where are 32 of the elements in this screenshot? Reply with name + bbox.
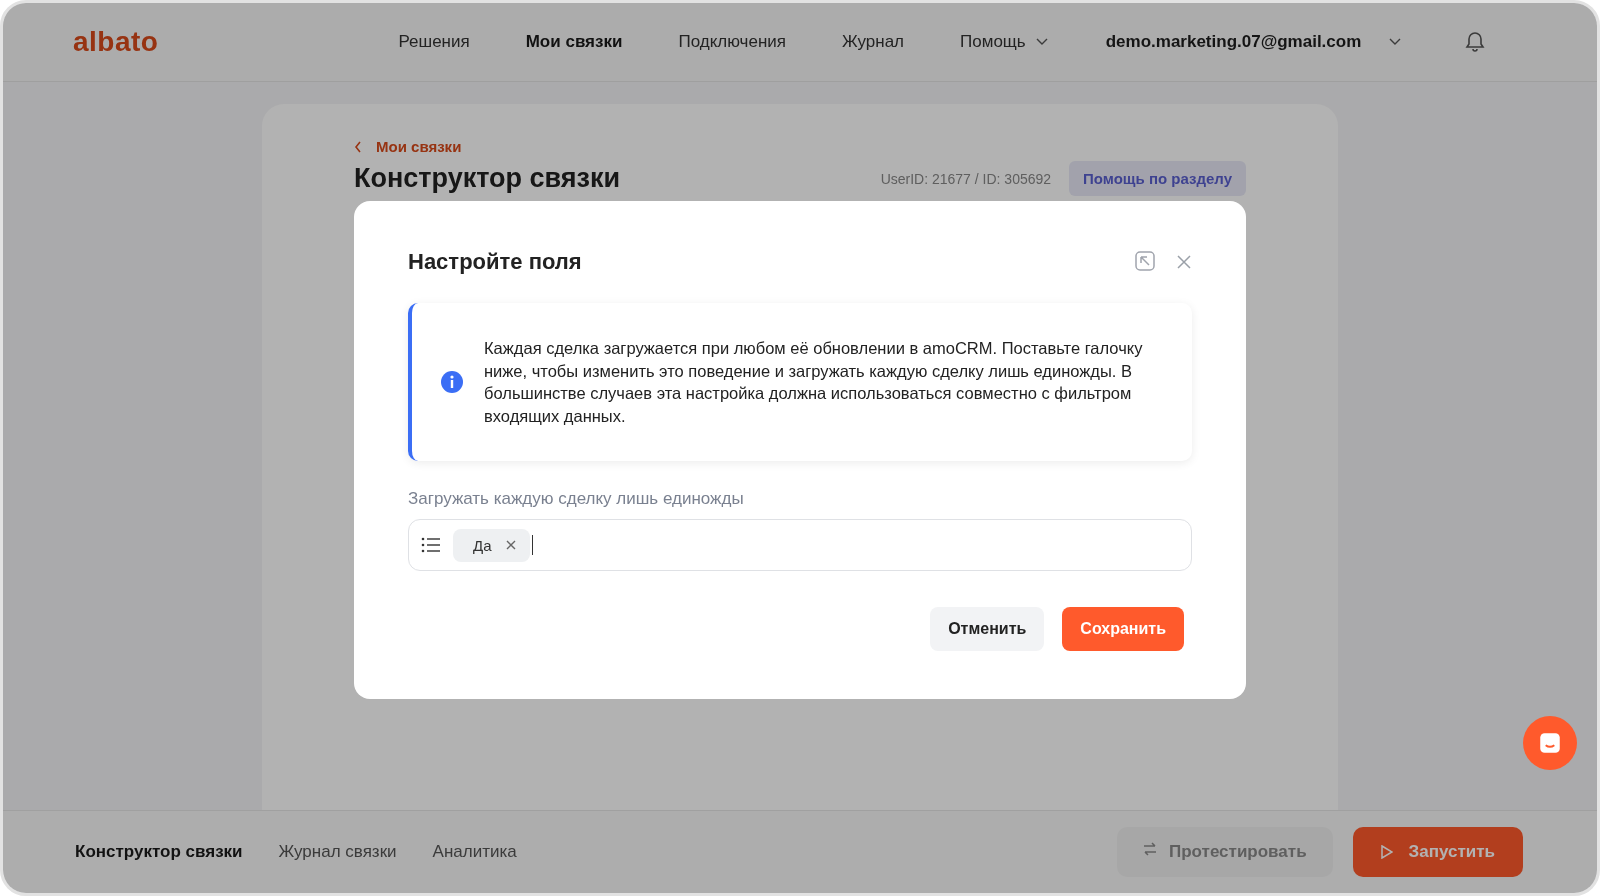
back-link[interactable]: Мои связки <box>354 138 1246 155</box>
chevron-down-icon <box>1389 38 1402 46</box>
nav-link[interactable]: Подключения <box>678 32 786 52</box>
chevron-left-icon <box>354 140 362 153</box>
modal-title: Настройте поля <box>408 249 583 275</box>
nav-link[interactable]: Мои связки <box>525 32 623 52</box>
select-field[interactable]: Да <box>408 519 1192 571</box>
close-icon[interactable] <box>1176 254 1192 270</box>
text-cursor <box>531 535 533 555</box>
swap-arrows-icon <box>1143 842 1157 856</box>
ids-text: UserID: 21677 / ID: 305692 <box>880 170 1052 187</box>
page-title: Конструктор связки <box>354 163 622 194</box>
tab[interactable]: Аналитика <box>432 842 517 862</box>
tab[interactable]: Конструктор связки <box>75 842 243 862</box>
chat-button[interactable] <box>1523 716 1577 770</box>
play-icon <box>1380 845 1393 859</box>
field-label: Загружать каждую сделку лишь единожды <box>408 489 745 509</box>
cancel-button[interactable]: Отменить <box>930 607 1045 651</box>
nav-link[interactable]: Помощь <box>960 32 1048 52</box>
tag-label: Да <box>473 536 492 554</box>
nav-link[interactable]: Решения <box>398 32 470 52</box>
help-button[interactable]: Помощь по разделу <box>1069 161 1246 196</box>
account-menu[interactable]: demo.marketing.07@gmail.com <box>1105 32 1402 52</box>
collapse-icon[interactable] <box>1134 250 1158 274</box>
list-icon <box>421 537 441 553</box>
tab[interactable]: Журнал связки <box>278 842 397 862</box>
bell-icon[interactable] <box>1465 31 1486 53</box>
remove-icon[interactable] <box>505 540 516 550</box>
info-text: Каждая сделка загружается при любом её обновлении в amoCRM. Поставьте галочку ниже, чтобы изменить это поведение и загружать каждую сделку лишь единожды. В большинстве случаев эта настройка должна использоваться совместно с фильтром входящих данных. <box>484 338 1144 427</box>
nav-link[interactable]: Журнал <box>842 32 905 52</box>
chat-icon <box>1537 730 1563 756</box>
info-icon <box>440 370 464 394</box>
